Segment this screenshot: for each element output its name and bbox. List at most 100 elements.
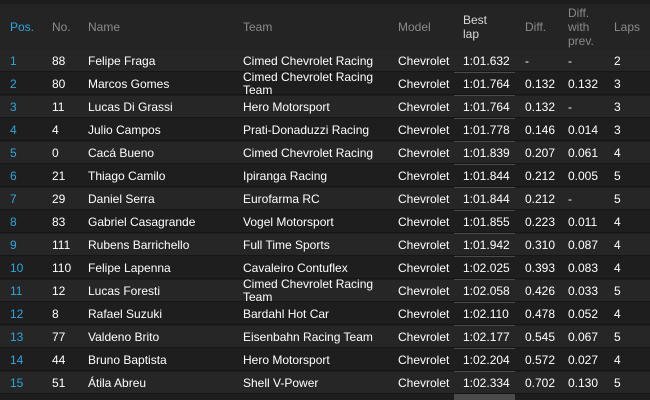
row-laps: 5: [614, 169, 621, 183]
row-car-number: 88: [52, 54, 66, 68]
row-car-number: 12: [52, 284, 66, 298]
row-pos: 13: [10, 330, 24, 344]
header-team[interactable]: Team: [243, 4, 393, 50]
table-row[interactable]: 10 110 Felipe Lapenna Cavaleiro Contuflex Ch…: [0, 257, 650, 279]
row-team: Full Time Sports: [243, 237, 330, 252]
row-diff-prev: 0.052: [568, 307, 599, 321]
table-row[interactable]: 8 83 Gabriel Casagrande Vogel Motorsport Che…: [0, 211, 650, 233]
table-row[interactable]: 5 0 Cacá Bueno Cimed Chevrolet Racing Chevro…: [0, 142, 650, 164]
timing-table: Pos. No. Name Team Model Best lap Diff. …: [0, 0, 650, 400]
row-driver-name: Gabriel Casagrande: [88, 215, 196, 229]
row-diff-prev: 0.033: [568, 284, 599, 298]
table-row[interactable]: 9 111 Rubens Barrichello Full Time Sports Ch…: [0, 234, 650, 256]
row-laps: 5: [614, 330, 621, 344]
row-diff-prev: -: [568, 54, 572, 68]
row-model: Chevrolet: [398, 215, 450, 229]
row-pos: 1: [10, 54, 17, 68]
row-diff-prev: 0.014: [568, 123, 599, 137]
table-row[interactable]: 15 51 Átila Abreu Shell V-Power Chevrolet 1:0…: [0, 372, 650, 394]
row-diff-prev: 0.011: [568, 215, 598, 229]
row-best-lap: 1:01.764: [463, 100, 510, 114]
row-best-lap: 1:02.025: [463, 261, 510, 275]
table-row[interactable]: 2 80 Marcos Gomes Cimed Chevrolet Racing Te…: [0, 71, 650, 97]
table-row[interactable]: 12 8 Rafael Suzuki Bardahl Hot Car Chevrolet…: [0, 303, 650, 325]
row-pos: 8: [10, 215, 17, 229]
row-diff: 0.212: [525, 169, 556, 183]
row-diff: 0.146: [525, 123, 556, 137]
row-model: Chevrolet: [398, 284, 450, 298]
header-no[interactable]: No.: [52, 4, 86, 50]
header-laps[interactable]: Laps: [614, 4, 644, 50]
row-diff: 0.132: [525, 77, 556, 91]
row-driver-name: Rubens Barrichello: [88, 238, 190, 252]
table-row[interactable]: 11 12 Lucas Foresti Cimed Chevrolet Racing …: [0, 277, 650, 304]
row-team: Cimed Chevrolet Racing Team: [243, 277, 374, 304]
row-team: Vogel Motorsport: [243, 214, 334, 229]
row-diff: 0.207: [525, 146, 556, 160]
row-laps: 4: [614, 238, 621, 252]
header-best-lap[interactable]: Best lap: [463, 4, 515, 50]
row-diff-prev: -: [568, 192, 572, 206]
row-car-number: 51: [52, 376, 66, 390]
row-model: Chevrolet: [398, 146, 450, 160]
row-car-number: 8: [52, 307, 59, 321]
row-car-number: 110: [52, 261, 72, 275]
header-diff-prev[interactable]: Diff. with prev.: [568, 4, 608, 50]
table-row[interactable]: 13 77 Valdeno Brito Eisenbahn Racing Team Ch…: [0, 326, 650, 348]
header-name[interactable]: Name: [88, 4, 238, 50]
row-team: Hero Motorsport: [243, 99, 330, 114]
row-model: Chevrolet: [398, 192, 450, 206]
row-team: Cimed Chevrolet Racing: [243, 145, 374, 160]
table-row[interactable]: 4 4 Julio Campos Prati-Donaduzzi Racing Chev…: [0, 119, 650, 141]
row-diff-prev: 0.005: [568, 169, 599, 183]
row-pos: 3: [10, 100, 17, 114]
row-best-lap: 1:01.839: [463, 146, 510, 160]
row-car-number: 111: [52, 238, 71, 252]
row-driver-name: Felipe Lapenna: [88, 261, 171, 275]
table-row[interactable]: 6 21 Thiago Camilo Ipiranga Racing Chevrolet…: [0, 165, 650, 187]
row-car-number: 0: [52, 146, 59, 160]
row-driver-name: Felipe Fraga: [88, 54, 156, 68]
row-diff: 0.223: [525, 215, 556, 229]
table-row[interactable]: 14 44 Bruno Baptista Hero Motorsport Chevrol…: [0, 349, 650, 371]
row-pos: 9: [10, 238, 17, 252]
row-car-number: 4: [52, 123, 59, 137]
row-best-lap: 1:02.177: [463, 330, 510, 344]
row-best-lap: 1:01.778: [463, 123, 510, 137]
row-laps: 4: [614, 146, 621, 160]
row-car-number: 83: [52, 215, 66, 229]
row-driver-name: Thiago Camilo: [88, 169, 166, 183]
row-car-number: 11: [52, 100, 65, 114]
row-model: Chevrolet: [398, 100, 450, 114]
row-diff-prev: 0.130: [568, 376, 599, 390]
header-pos[interactable]: Pos.: [10, 4, 50, 50]
row-diff: 0.393: [525, 261, 556, 275]
row-car-number: 80: [52, 77, 66, 91]
row-diff: 0.545: [525, 330, 556, 344]
row-pos: 12: [10, 307, 24, 321]
row-driver-name: Cacá Bueno: [88, 146, 155, 160]
row-model: Chevrolet: [398, 77, 450, 91]
row-team: Cavaleiro Contuflex: [243, 260, 348, 275]
row-diff: 0.572: [525, 353, 556, 367]
row-best-lap: 1:01.844: [463, 169, 510, 183]
row-diff: 0.478: [525, 307, 556, 321]
row-driver-name: Daniel Serra: [88, 192, 155, 206]
header-diff[interactable]: Diff.: [525, 4, 563, 50]
row-model: Chevrolet: [398, 353, 450, 367]
row-model: Chevrolet: [398, 376, 450, 390]
row-diff: 0.212: [525, 192, 556, 206]
table-row[interactable]: 1 88 Felipe Fraga Cimed Chevrolet Racing Che…: [0, 50, 650, 72]
row-driver-name: Julio Campos: [88, 123, 161, 137]
row-diff-prev: 0.027: [568, 353, 599, 367]
row-laps: 5: [614, 376, 621, 390]
table-row[interactable]: 3 11 Lucas Di Grassi Hero Motorsport Chevrol…: [0, 96, 650, 118]
row-team: Eisenbahn Racing Team: [243, 329, 373, 344]
row-model: Chevrolet: [398, 261, 450, 275]
row-team: Cimed Chevrolet Racing: [243, 53, 374, 68]
row-model: Chevrolet: [398, 169, 450, 183]
row-diff-prev: 0.067: [568, 330, 599, 344]
header-model[interactable]: Model: [398, 4, 454, 50]
table-row[interactable]: 7 29 Daniel Serra Eurofarma RC Chevrolet 1:01…: [0, 188, 650, 210]
row-driver-name: Rafael Suzuki: [88, 307, 163, 321]
